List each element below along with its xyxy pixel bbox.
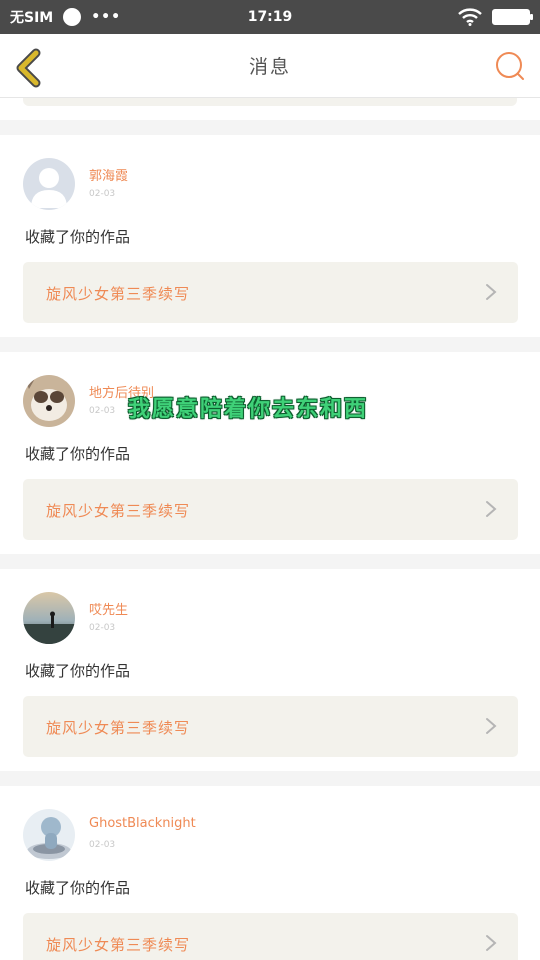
avatar[interactable] (23, 809, 75, 861)
previous-work-box (23, 98, 517, 106)
message-card: 地方后待别 02-03 收藏了你的作品 旋风少女第三季续写 (0, 352, 540, 554)
message-card: 郭海霞 02-03 收藏了你的作品 旋风少女第三季续写 (0, 135, 540, 337)
avatar[interactable] (23, 592, 75, 644)
username[interactable]: 地方后待别 (89, 382, 154, 401)
work-link[interactable]: 旋风少女第三季续写 (23, 479, 518, 540)
action-text: 收藏了你的作品 (25, 879, 131, 897)
previous-card-bottom (0, 98, 540, 120)
username[interactable]: 哎先生 (89, 599, 128, 618)
chevron-right-icon (486, 284, 497, 300)
work-link[interactable]: 旋风少女第三季续写 (23, 913, 518, 960)
search-button[interactable] (494, 50, 526, 82)
username[interactable]: 郭海霞 (89, 165, 128, 184)
avatar[interactable] (23, 158, 75, 210)
action-text: 收藏了你的作品 (25, 445, 131, 463)
more-dots: ••• (91, 9, 122, 25)
chevron-right-icon (486, 935, 497, 951)
landscape-photo-avatar (23, 592, 75, 644)
work-title: 旋风少女第三季续写 (46, 502, 191, 520)
chevron-right-icon (486, 501, 497, 517)
dog-photo-avatar (23, 375, 75, 427)
chevron-right-icon (486, 718, 497, 734)
carrier-label: 无SIM (10, 10, 54, 26)
message-date: 02-03 (89, 840, 116, 850)
figure-photo-avatar (23, 809, 75, 861)
username[interactable]: GhostBlacknight (89, 816, 196, 831)
message-date: 02-03 (89, 623, 116, 633)
back-button[interactable] (12, 48, 46, 88)
default-avatar-icon (23, 158, 75, 210)
status-bar: 无SIM ••• 17:19 (0, 0, 540, 34)
status-left: 无SIM ••• (10, 7, 121, 27)
message-list[interactable]: 郭海霞 02-03 收藏了你的作品 旋风少女第三季续写 地方后待别 02-03 … (0, 98, 540, 960)
message-date: 02-03 (89, 406, 116, 416)
message-card: 哎先生 02-03 收藏了你的作品 旋风少女第三季续写 (0, 569, 540, 771)
message-card: GhostBlacknight 02-03 收藏了你的作品 旋风少女第三季续写 (0, 786, 540, 960)
globe-icon (63, 8, 82, 26)
action-text: 收藏了你的作品 (25, 662, 131, 680)
battery-icon (492, 9, 533, 25)
avatar[interactable] (23, 375, 75, 427)
wifi-icon (458, 8, 482, 26)
action-text: 收藏了你的作品 (25, 228, 131, 246)
search-icon (496, 52, 524, 80)
work-title: 旋风少女第三季续写 (46, 936, 191, 954)
work-link[interactable]: 旋风少女第三季续写 (23, 262, 518, 323)
chevron-left-icon (16, 48, 41, 88)
page-title: 消息 (248, 56, 291, 78)
status-right (458, 8, 533, 26)
work-link[interactable]: 旋风少女第三季续写 (23, 696, 518, 757)
message-date: 02-03 (89, 189, 116, 199)
work-title: 旋风少女第三季续写 (46, 285, 191, 303)
app-header: 消息 (0, 34, 540, 98)
work-title: 旋风少女第三季续写 (46, 719, 191, 737)
